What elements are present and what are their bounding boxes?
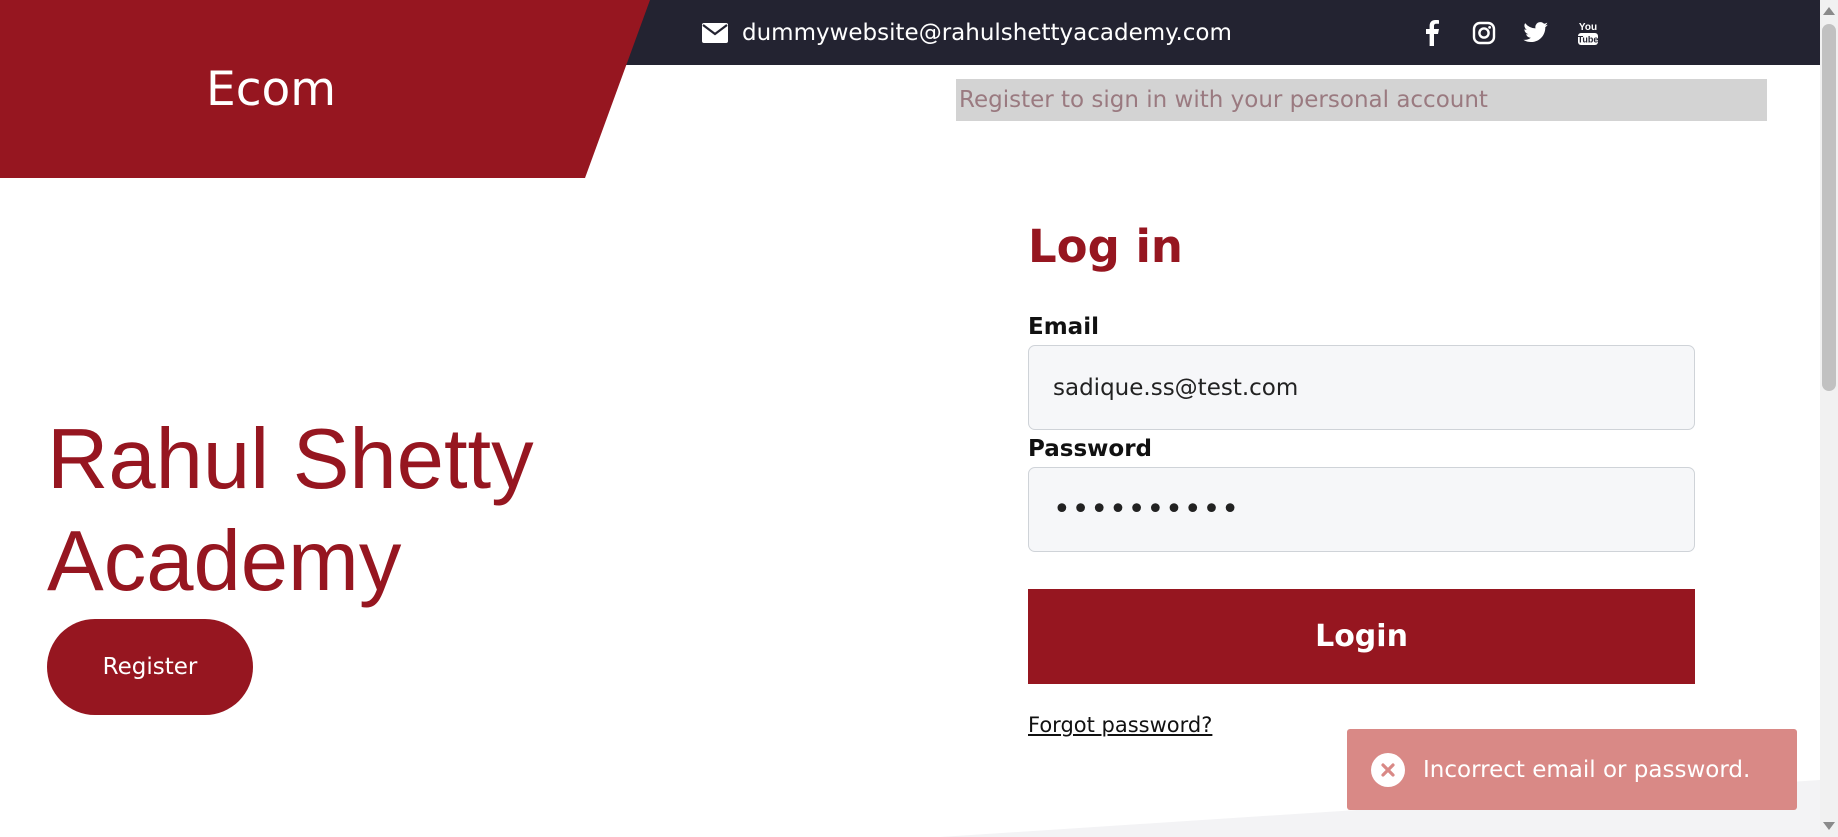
instagram-icon[interactable]	[1470, 19, 1498, 47]
register-button[interactable]: Register	[47, 619, 253, 715]
forgot-password-link[interactable]: Forgot password?	[1028, 713, 1212, 737]
twitter-icon[interactable]	[1522, 19, 1550, 47]
hero-title: Rahul Shetty Academy	[47, 412, 534, 609]
scrollbar-thumb[interactable]	[1822, 24, 1836, 391]
login-button[interactable]: Login	[1028, 589, 1695, 684]
contact-email-text: dummywebsite@rahulshettyacademy.com	[742, 20, 1232, 46]
youtube-icon-text-top: You	[1579, 22, 1597, 33]
email-field[interactable]: sadique.ss@test.com	[1028, 345, 1695, 430]
error-x-icon	[1371, 752, 1405, 787]
password-field[interactable]: ••••••••••	[1028, 467, 1695, 552]
email-field-value: sadique.ss@test.com	[1053, 374, 1299, 401]
scroll-down-arrow[interactable]	[1823, 822, 1835, 830]
envelope-icon	[702, 23, 728, 43]
contact-email: dummywebsite@rahulshettyacademy.com	[702, 18, 1232, 48]
facebook-icon[interactable]	[1418, 19, 1446, 47]
scroll-up-arrow[interactable]	[1823, 7, 1835, 15]
social-links: You Tube	[1418, 16, 1602, 50]
youtube-icon-text-bottom: Tube	[1578, 35, 1599, 45]
password-label: Password	[1028, 436, 1152, 462]
register-hint-banner: Register to sign in with your personal a…	[956, 79, 1767, 121]
error-toast[interactable]: Incorrect email or password.	[1347, 729, 1797, 810]
password-field-value: ••••••••••	[1053, 492, 1240, 527]
email-label: Email	[1028, 314, 1099, 340]
brand-logo-text[interactable]: Ecom	[206, 62, 336, 118]
error-toast-message: Incorrect email or password.	[1423, 756, 1751, 783]
login-title: Log in	[1028, 220, 1183, 273]
youtube-icon[interactable]: You Tube	[1574, 19, 1602, 47]
